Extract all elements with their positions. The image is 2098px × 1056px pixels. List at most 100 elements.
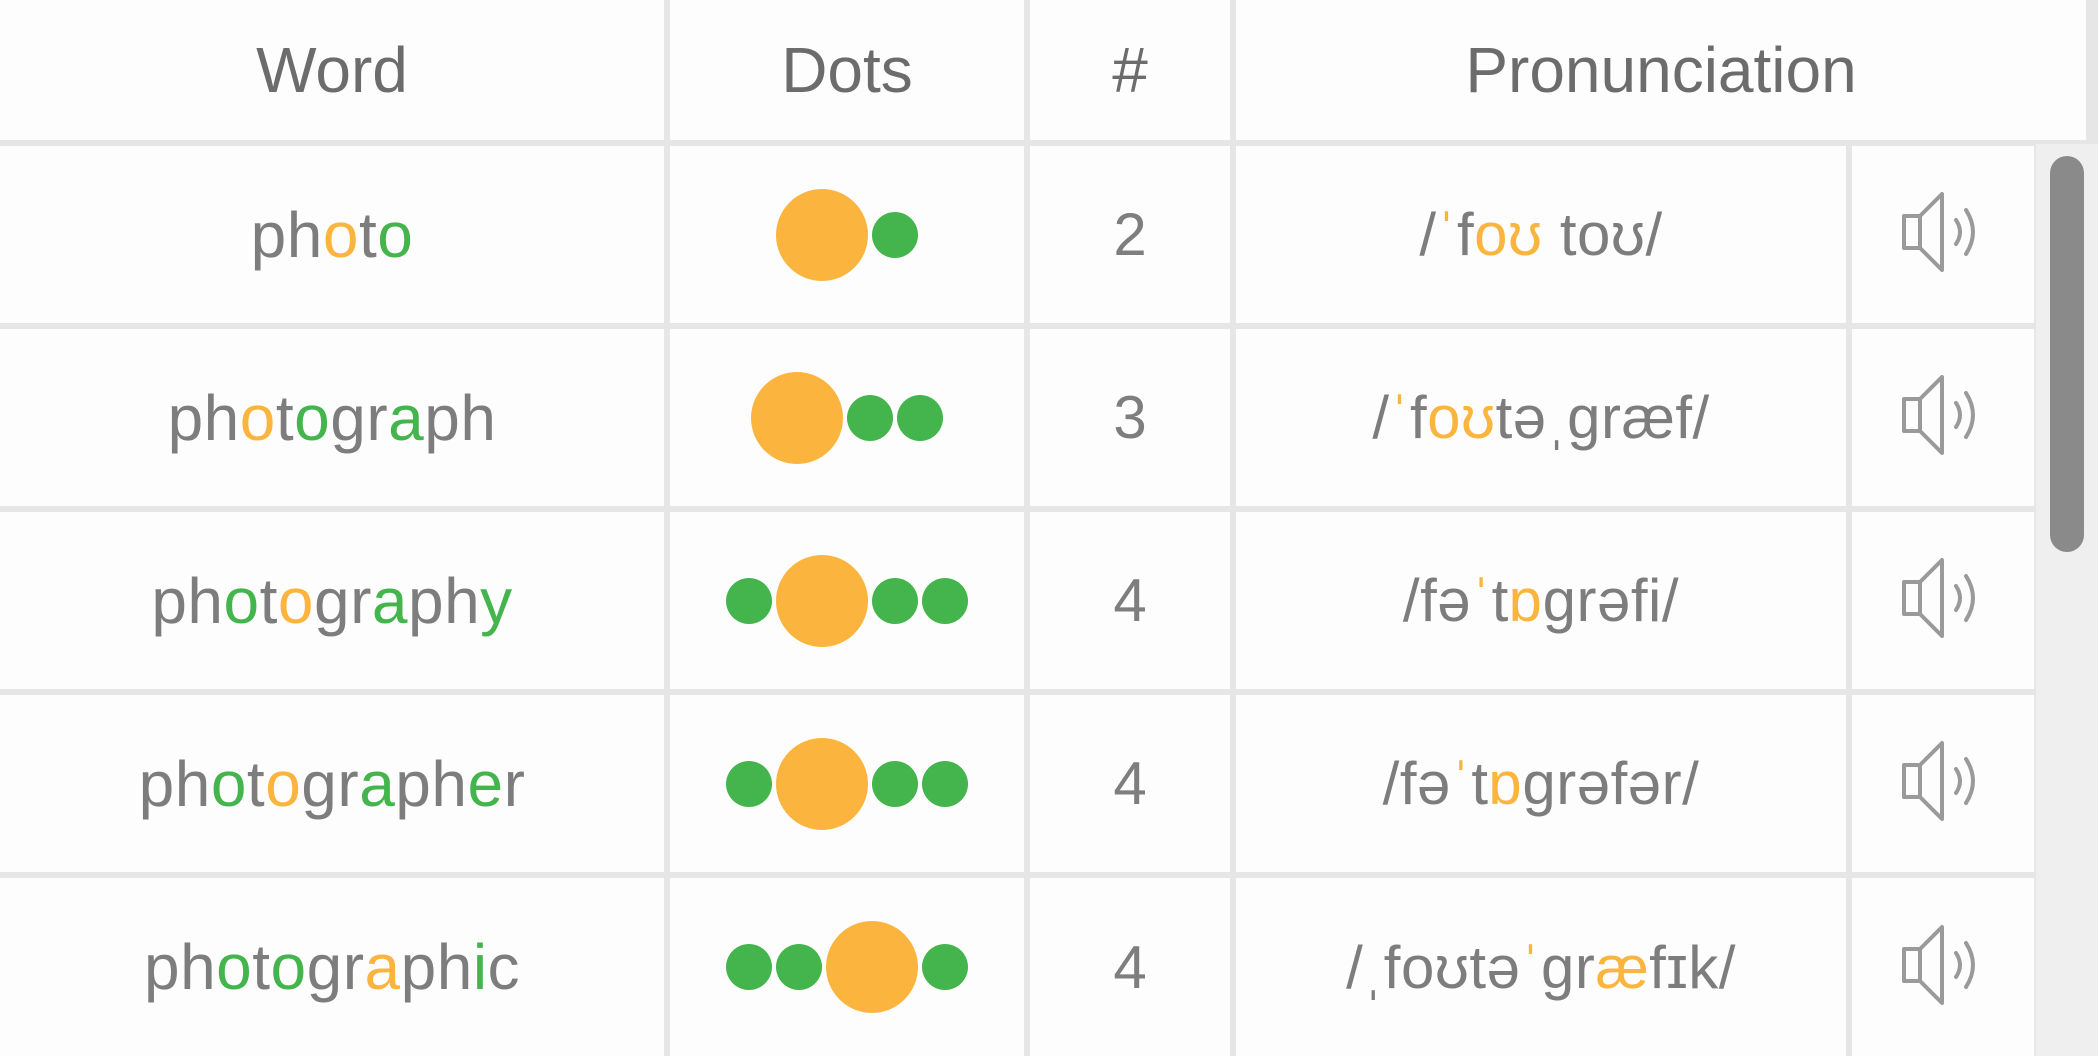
play-audio-button[interactable] [1852,695,2034,872]
header-word-label: Word [256,34,408,106]
syllable-dot [897,394,943,441]
header-dots[interactable]: Dots [670,0,1024,140]
play-audio-button[interactable] [1852,329,2034,506]
syllable-count: 4 [1030,695,1230,872]
pronunciation-segment: / [1372,384,1390,451]
stressed-syllable-dot [776,554,868,647]
word-segment: o [377,198,414,271]
word-segment: o [223,564,260,637]
header-pronunciation-label: Pronunciation [1465,34,1857,106]
pronunciation-segment: /fə [1402,567,1472,634]
word-segment: t [252,931,271,1003]
word-table: Word Dots # Pronunciation ph o t o 2/ˈ f oʊ to… [0,0,2098,1056]
pronunciation-segment: ˈ [1520,933,1541,1001]
word-cell[interactable]: ph o t o gr a ph [0,329,664,506]
word-cell[interactable]: ph o t o gr a ph e r [0,695,664,872]
pronunciation-segment: æ [1595,933,1650,1001]
pronunciation-segment: ɒ [1508,567,1543,634]
speaker-icon [1898,917,1988,1018]
syllable-count: 4 [1030,878,1230,1056]
syllable-count-value: 4 [1113,750,1147,817]
pronunciation-segment: f [1409,384,1428,451]
pronunciation-segment: grəfi/ [1542,567,1680,634]
word-segment: t [358,198,378,271]
word-segment: ph [151,564,224,637]
syllable-dots [726,921,968,1013]
syllable-dots [726,554,968,647]
word-segment: ph [138,747,211,820]
word-segment: ph [400,931,473,1003]
word-segment: ph [250,198,323,271]
syllable-dots [776,188,918,281]
syllable-dot [872,760,918,807]
play-audio-button[interactable] [1852,146,2034,323]
word-segment: ph [395,747,468,820]
pronunciation-segment: grəfər/ [1522,750,1700,817]
word-cell[interactable]: ph o t o gr a ph i c [0,878,664,1056]
pronunciation-segment: /fə [1382,750,1451,817]
syllable-count: 4 [1030,512,1230,689]
speaker-icon [1898,550,1988,651]
header-count-label: # [1112,34,1148,106]
word-segment: a [359,747,396,820]
stressed-syllable-dot [751,371,843,464]
syllable-dot [847,394,893,441]
syllable-count-value: 4 [1113,567,1147,634]
play-audio-button[interactable] [1852,878,2034,1056]
word-segment: e [467,747,504,820]
word-segment: o [210,747,247,820]
scrollbar-thumb[interactable] [2050,156,2084,552]
syllable-dot [922,577,968,624]
word-segment: gr [301,747,360,820]
pronunciation-segment: / [1419,201,1437,268]
syllable-count: 2 [1030,146,1230,323]
syllable-dots-cell [670,512,1024,689]
word-segment: a [388,381,425,454]
syllable-dots [751,371,943,464]
syllable-dot [872,577,918,624]
word-segment: a [364,931,401,1003]
word-segment: o [277,564,314,637]
word-segment: ph [424,381,497,454]
syllable-dot [872,211,918,258]
syllable-count: 3 [1030,329,1230,506]
word-segment: y [480,564,513,637]
syllable-dots [726,737,968,830]
pronunciation-segment: təˌgræf/ [1495,384,1710,451]
pronunciation-cell: /ˌfoʊtə ˈ gr æ fɪk/ [1236,878,1846,1056]
play-audio-button[interactable] [1852,512,2034,689]
pronunciation-segment: ˈ [1471,567,1492,634]
stressed-syllable-dot [776,188,868,281]
word-segment: o [265,747,302,820]
pronunciation-segment: ˈ [1450,750,1472,817]
word-segment: o [294,381,331,454]
header-count[interactable]: # [1030,0,1230,140]
word-segment: t [246,747,266,820]
word-cell[interactable]: ph o t o gr a ph y [0,512,664,689]
word-segment: ph [167,381,240,454]
syllable-count-value: 3 [1113,384,1147,451]
word-segment: ph [407,564,481,637]
pronunciation-segment: t [1471,750,1489,817]
word-segment: r [503,747,526,820]
speaker-icon [1898,367,1988,468]
stressed-syllable-dot [776,737,868,830]
word-cell[interactable]: ph o t o [0,146,664,323]
word-segment: gr [313,564,372,637]
pronunciation-segment: ˈ [1389,384,1410,451]
pronunciation-segment: ɒ [1488,750,1523,817]
word-segment: t [259,564,278,637]
pronunciation-segment: fɪk/ [1649,933,1736,1001]
header-word[interactable]: Word [0,0,664,140]
pronunciation-segment: /ˌfoʊtə [1346,933,1521,1001]
pronunciation-cell: / ˈ f oʊ təˌgræf/ [1236,329,1846,506]
header-dots-label: Dots [781,34,913,106]
pronunciation-cell: / ˈ f oʊ to ʊ / [1236,146,1846,323]
stressed-syllable-dot [826,921,918,1013]
header-pronunciation[interactable]: Pronunciation [1236,0,2086,140]
syllable-dots-cell [670,878,1024,1056]
pronunciation-segment: to [1542,201,1611,268]
syllable-dot [726,760,772,807]
syllable-dots-cell [670,329,1024,506]
pronunciation-segment: t [1491,567,1509,634]
